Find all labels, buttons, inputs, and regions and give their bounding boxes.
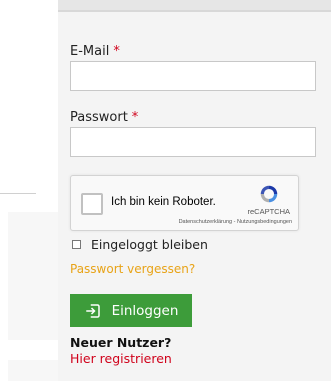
login-button-label: Einloggen	[111, 302, 179, 319]
left-side-block-bottom	[8, 360, 58, 381]
new-user-prompt: Neuer Nutzer?	[70, 335, 172, 350]
email-label-row: E-Mail *	[70, 44, 120, 59]
remember-me[interactable]: Eingeloggt bleiben	[72, 237, 208, 252]
recaptcha-label: Ich bin kein Roboter.	[111, 196, 216, 208]
login-panel: E-Mail * Passwort * Ich bin kein Roboter. …	[58, 0, 331, 381]
password-label-row: Passwort *	[70, 110, 138, 125]
login-button[interactable]: Einloggen	[70, 294, 192, 327]
left-side-block	[8, 212, 58, 340]
register-link[interactable]: Hier registrieren	[70, 351, 172, 366]
recaptcha-widget: Ich bin kein Roboter. reCAPTCHA Datensch…	[70, 175, 299, 231]
recaptcha-brand: reCAPTCHA	[247, 207, 290, 216]
login-icon	[85, 303, 100, 318]
password-label: Passwort	[70, 110, 128, 125]
left-divider	[0, 193, 36, 194]
password-input[interactable]	[70, 127, 316, 157]
recaptcha-checkbox[interactable]	[81, 193, 103, 215]
remember-checkbox[interactable]	[72, 240, 81, 249]
panel-top-border	[58, 0, 331, 12]
remember-label: Eingeloggt bleiben	[91, 237, 208, 252]
password-required-mark: *	[131, 110, 139, 125]
email-required-mark: *	[113, 44, 120, 59]
forgot-password-link[interactable]: Passwort vergessen?	[70, 262, 195, 276]
email-input[interactable]	[70, 61, 316, 91]
recaptcha-logo-icon	[260, 185, 278, 203]
email-label: E-Mail	[70, 44, 110, 59]
recaptcha-links[interactable]: Datenschutzerklärung - Nutzungsbedingung…	[179, 219, 292, 225]
page-left-background	[0, 0, 58, 381]
